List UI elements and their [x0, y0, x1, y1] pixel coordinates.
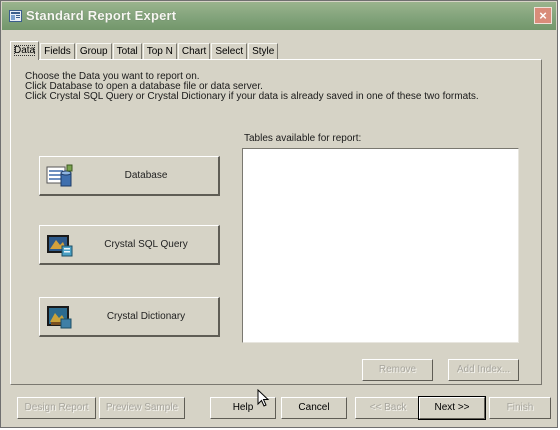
- tables-available-label: Tables available for report:: [244, 133, 362, 144]
- tab-select[interactable]: Select: [211, 43, 248, 60]
- crystal-dictionary-button[interactable]: Crystal Dictionary: [39, 297, 220, 337]
- tab-style[interactable]: Style: [248, 43, 279, 60]
- app-icon: [9, 10, 22, 22]
- tab-total[interactable]: Total: [112, 43, 142, 60]
- next-button[interactable]: Next >>: [418, 396, 486, 420]
- tab-fields[interactable]: Fields: [40, 43, 75, 60]
- crystal-sql-query-button[interactable]: Crystal SQL Query: [39, 225, 220, 265]
- preview-sample-button[interactable]: Preview Sample: [99, 397, 185, 419]
- add-index-button[interactable]: Add Index...: [448, 359, 519, 381]
- database-label: Database: [124, 170, 168, 181]
- tab-strip: Data Fields Group Total Top N Chart Sele…: [10, 41, 279, 60]
- tab-top-n[interactable]: Top N: [142, 43, 177, 60]
- tables-available-list[interactable]: [242, 148, 519, 343]
- design-report-button[interactable]: Design Report: [17, 397, 96, 419]
- database-button[interactable]: Database: [39, 156, 220, 196]
- crystal-sql-query-label: Crystal SQL Query: [104, 239, 188, 250]
- close-icon: ×: [539, 8, 547, 23]
- finish-button[interactable]: Finish: [489, 397, 551, 419]
- tab-group[interactable]: Group: [75, 43, 112, 60]
- report-expert-dialog: Standard Report Expert × Data Fields Gro…: [0, 0, 558, 428]
- back-button[interactable]: << Back: [355, 397, 421, 419]
- instruction-line-3: Click Crystal SQL Query or Crystal Dicti…: [25, 91, 479, 102]
- mouse-cursor-icon: [257, 389, 270, 407]
- tab-chart[interactable]: Chart: [177, 43, 211, 60]
- window-title: Standard Report Expert: [26, 8, 177, 23]
- close-button[interactable]: ×: [534, 7, 552, 24]
- remove-button[interactable]: Remove: [362, 359, 433, 381]
- title-bar[interactable]: Standard Report Expert ×: [2, 2, 556, 30]
- cancel-button[interactable]: Cancel: [281, 397, 347, 419]
- crystal-dictionary-label: Crystal Dictionary: [106, 311, 186, 322]
- tab-data[interactable]: Data: [10, 41, 40, 60]
